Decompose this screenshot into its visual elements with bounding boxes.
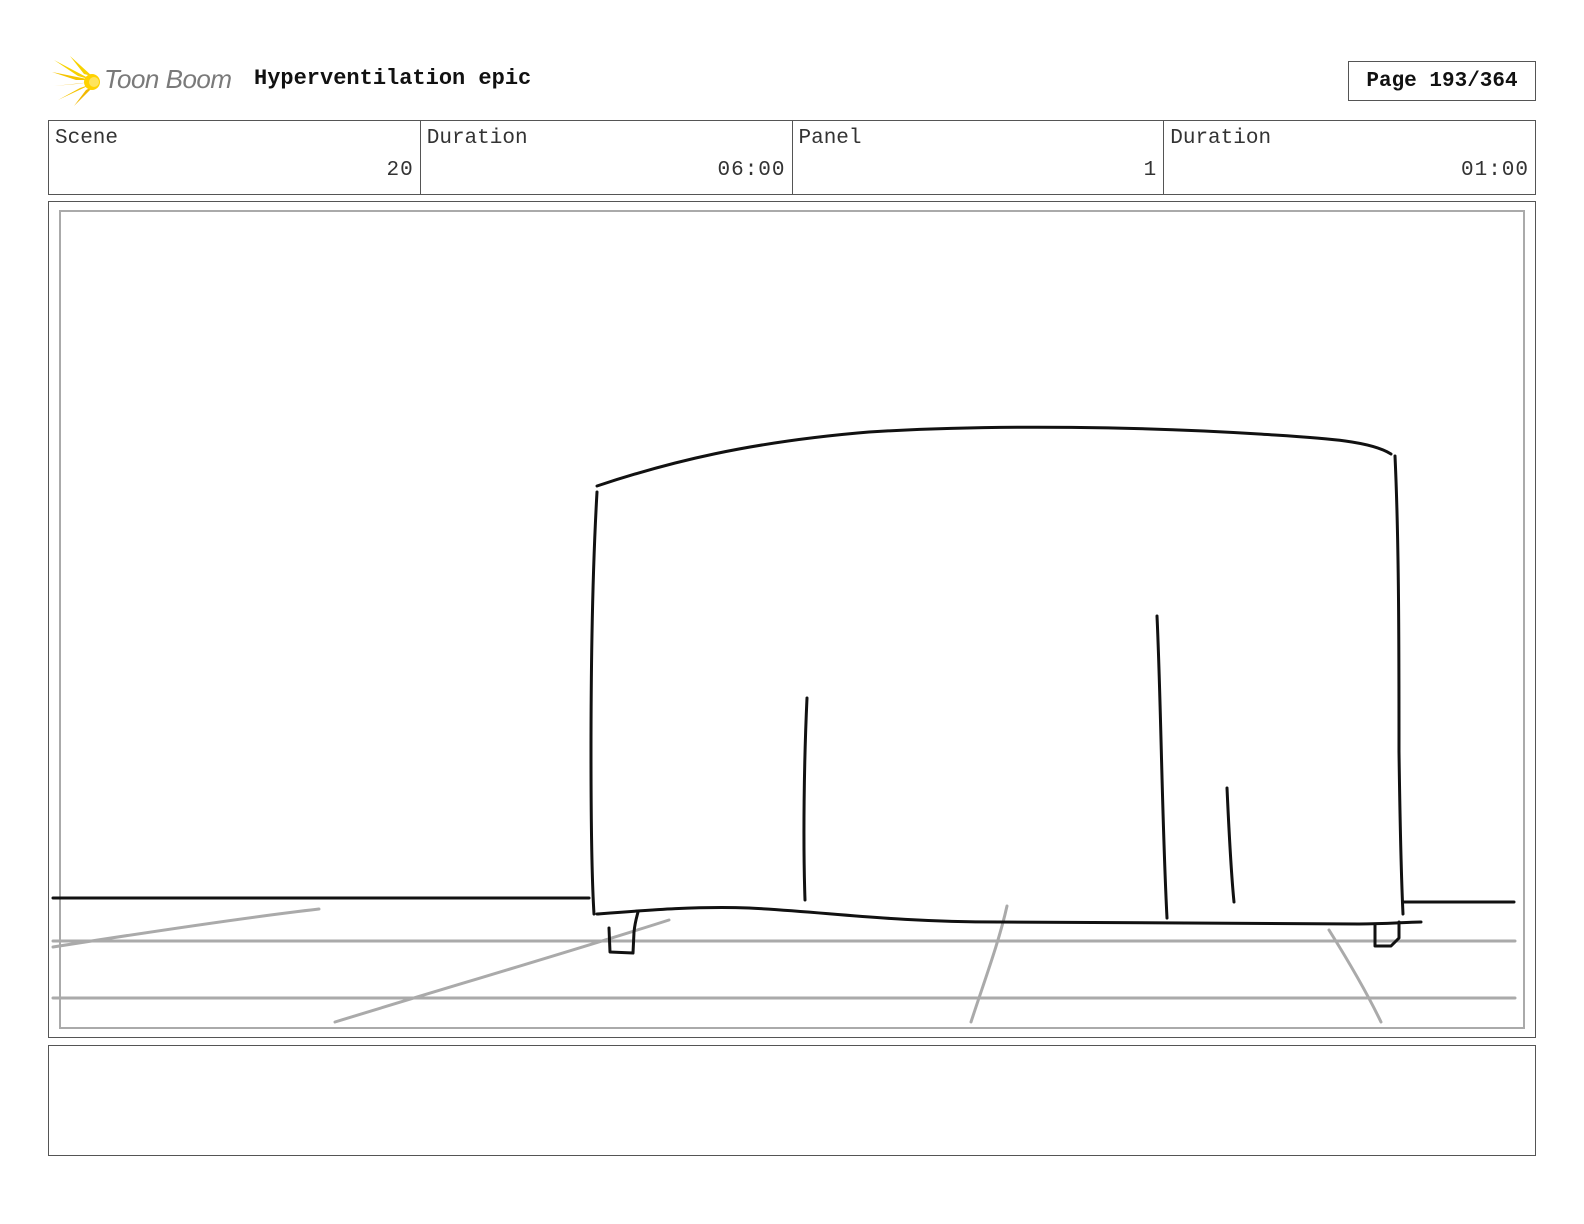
panel-duration-label: Duration — [1170, 127, 1272, 150]
panel-duration-cell: Duration 01:00 — [1164, 121, 1535, 194]
panel-cell: Panel 1 — [793, 121, 1165, 194]
info-table: Scene 20 Duration 06:00 Panel 1 Duration… — [48, 120, 1536, 195]
panel-value: 1 — [1143, 159, 1158, 182]
project-title: Hyperventilation epic — [254, 66, 532, 91]
scene-label: Scene — [55, 127, 119, 150]
scene-duration-label: Duration — [426, 127, 528, 150]
couch-outline — [589, 425, 1423, 955]
scene-value: 20 — [386, 159, 414, 182]
panel-label: Panel — [798, 127, 862, 150]
scene-duration-cell: Duration 06:00 — [421, 121, 793, 194]
page-indicator: Page 193/364 — [1348, 61, 1536, 101]
scene-duration-value: 06:00 — [717, 159, 786, 182]
storyboard-sketch — [51, 425, 1517, 1024]
panel-duration-value: 01:00 — [1460, 159, 1529, 182]
panel-frame — [48, 201, 1536, 1038]
wall-baseline — [51, 896, 1516, 904]
logo-text: Toon Boom — [104, 64, 232, 94]
notes-box[interactable] — [48, 1045, 1536, 1156]
scene-cell: Scene 20 — [49, 121, 421, 194]
